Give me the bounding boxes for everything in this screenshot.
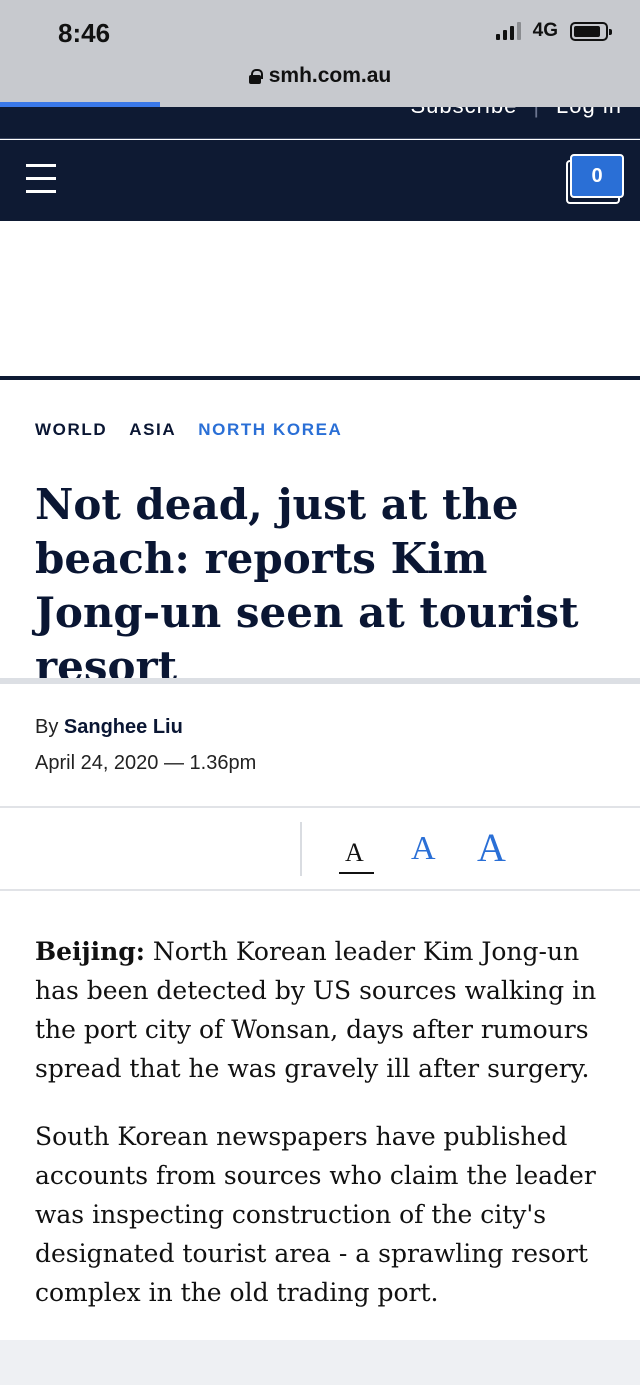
dateline-label: Beijing: (35, 937, 145, 966)
breadcrumb-north-korea[interactable]: NORTH KOREA (198, 420, 342, 440)
signal-icon (495, 22, 521, 40)
breadcrumb-asia[interactable]: ASIA (129, 420, 176, 440)
header-rule (0, 376, 640, 380)
font-size-large-button[interactable]: A (477, 824, 506, 871)
tools-separator (300, 822, 302, 876)
breadcrumb-world[interactable]: WORLD (35, 420, 107, 440)
article-headline: Not dead, just at the beach: reports Kim… (35, 480, 579, 691)
author-link[interactable]: Sanghee Liu (64, 716, 183, 738)
section-divider (0, 678, 640, 684)
battery-fill (574, 25, 600, 37)
tools-divider-bottom (0, 889, 640, 891)
url-text: smh.com.au (268, 64, 392, 87)
selected-indicator (339, 872, 374, 874)
battery-icon (570, 21, 612, 41)
url-bar[interactable]: smh.com.au (0, 64, 640, 88)
breadcrumb: WORLD ASIA NORTH KOREA (35, 420, 342, 440)
lock-icon (248, 69, 263, 84)
footer-band (0, 1340, 640, 1385)
network-type: 4G (532, 20, 558, 41)
comment-count: 0 (570, 154, 624, 198)
article-body: Beijing: North Korean leader Kim Jong-un… (35, 932, 615, 1341)
ad-placeholder (0, 221, 640, 376)
article-paragraph: Beijing: North Korean leader Kim Jong-un… (35, 937, 597, 1083)
status-time: 8:46 (58, 18, 111, 48)
site-nav-bar: 0 (0, 140, 640, 221)
article-paragraph: South Korean newspapers have published a… (35, 1122, 596, 1307)
publish-date: April 24, 2020 — 1.36pm (35, 752, 257, 774)
login-link[interactable]: Log in (556, 107, 622, 119)
font-size-medium-button[interactable]: A (411, 830, 436, 868)
status-bar: 8:46 4G smh.com.au (0, 0, 640, 108)
account-strip: Subscribe | Log in (0, 107, 640, 139)
byline-prefix: By (35, 716, 59, 738)
link-separator: | (533, 107, 540, 119)
menu-icon[interactable] (26, 164, 56, 196)
byline: By Sanghee Liu (35, 716, 183, 739)
font-size-small-button[interactable]: A (345, 838, 364, 868)
status-indicators: 4G (495, 20, 612, 42)
subscribe-link[interactable]: Subscribe (410, 107, 517, 119)
comments-button[interactable]: 0 (566, 154, 624, 204)
tools-divider-top (0, 806, 640, 808)
